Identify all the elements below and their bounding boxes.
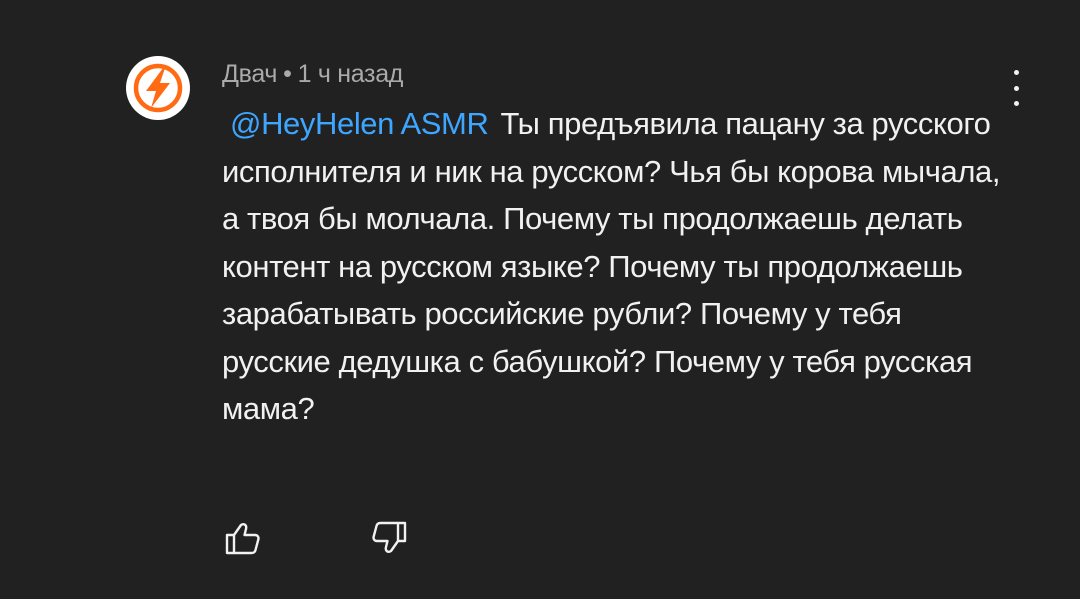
menu-dot <box>1013 70 1019 75</box>
more-vertical-icon[interactable] <box>1002 70 1030 106</box>
dislike-button[interactable] <box>370 518 410 558</box>
lightning-logo-icon <box>133 63 183 113</box>
menu-dot <box>1013 85 1019 91</box>
mention-link[interactable]: @HeyHelen ASMR <box>230 106 489 141</box>
like-button[interactable] <box>222 518 262 558</box>
thumb-down-icon <box>372 521 407 553</box>
comment-header: Двач • 1 ч назад <box>222 60 403 89</box>
timestamp[interactable]: 1 ч назад <box>298 60 404 88</box>
menu-dot <box>1013 101 1019 106</box>
thumb-up-icon <box>225 523 260 555</box>
comment: Двач • 1 ч назад @HeyHelen ASMR Ты предъяви… <box>0 0 1080 599</box>
separator-dot: • <box>283 60 292 88</box>
avatar[interactable] <box>126 56 190 120</box>
author-name[interactable]: Двач <box>222 60 277 88</box>
comment-text: Ты предъявила пацану за русского исполни… <box>222 106 1001 426</box>
comment-body: @HeyHelen ASMR Ты предъявила пацану за ру… <box>222 100 1012 433</box>
